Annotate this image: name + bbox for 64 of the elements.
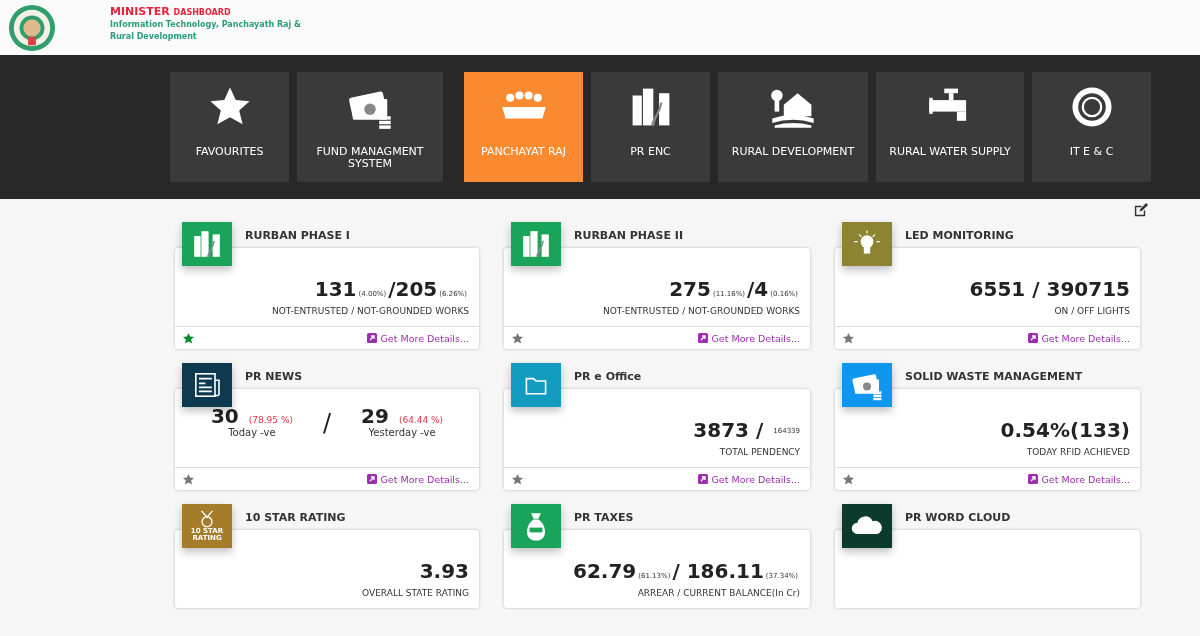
emblem-icon	[8, 3, 56, 52]
external-link-icon	[1028, 474, 1039, 484]
percent-value: (64.44 %)	[398, 415, 444, 425]
medal-icon	[198, 510, 216, 528]
figure-value: 275	[669, 278, 711, 300]
figure-value: /4	[747, 278, 769, 300]
figure-value: / 186.11	[672, 560, 764, 582]
external-link-icon	[367, 474, 378, 484]
figure-value: 62.79	[572, 560, 637, 582]
figure-value: 29	[361, 404, 389, 428]
figure-caption: Yesterday -ve	[368, 427, 436, 438]
figure-value: 3.93	[419, 560, 469, 582]
star-icon[interactable]	[842, 331, 855, 345]
figure-value: /205	[388, 278, 438, 300]
buildings-icon	[191, 228, 223, 260]
external-link-icon	[698, 474, 709, 484]
figure-value: 6551 / 390715	[969, 278, 1130, 300]
figure-caption: OVERALL STATE RATING	[361, 588, 469, 598]
figure-caption: ON / OFF LIGHTS	[1053, 306, 1130, 316]
module-tile[interactable]: FUND MANAGMENT SYSTEM	[297, 72, 443, 182]
card-title: PR e Office	[574, 370, 642, 383]
star-icon[interactable]	[842, 472, 855, 486]
external-link-icon	[367, 333, 378, 343]
external-link-icon	[698, 333, 709, 343]
separator-slash: /	[322, 409, 332, 437]
figure-caption: NOT-ENTRUSTED / NOT-GROUNDED WORKS	[270, 306, 469, 316]
module-tile[interactable]: PR ENC	[591, 72, 710, 182]
module-tile[interactable]: FAVOURITES	[170, 72, 289, 182]
card-title: RURBAN PHASE II	[574, 229, 684, 242]
star-icon[interactable]	[182, 331, 195, 345]
figure-value: 131	[314, 278, 357, 300]
card-title: RURBAN PHASE I	[245, 229, 350, 242]
details-link[interactable]: Get More Details...	[1028, 332, 1130, 344]
external-link-icon	[1028, 333, 1039, 343]
figure-value: 0.54%(133)	[1000, 419, 1130, 441]
figure-caption: TODAY RFID ACHIEVED	[1025, 447, 1130, 457]
dashboard-title: MINISTER DASHBOARD	[110, 4, 232, 19]
card-title: SOLID WASTE MANAGEMENT	[905, 370, 1083, 383]
star-icon[interactable]	[182, 472, 195, 486]
details-link[interactable]: Get More Details...	[698, 473, 800, 485]
figure-value: 3873 /	[693, 419, 764, 441]
edit-icon[interactable]	[1133, 203, 1148, 218]
figure-caption: ARREAR / CURRENT BALANCE(In Cr)	[636, 588, 800, 598]
card-title: PR NEWS	[245, 370, 303, 383]
star-icon[interactable]	[511, 331, 524, 345]
module-tile[interactable]: IT E & C	[1032, 72, 1151, 182]
figure-caption: Today -ve	[228, 427, 276, 438]
module-tile[interactable]: RURAL DEVELOPMENT	[718, 72, 868, 182]
card-title: PR WORD CLOUD	[905, 511, 1011, 524]
buildings-icon	[520, 228, 552, 260]
percent-value: (78.95 %)	[248, 415, 293, 425]
card-title: PR TAXES	[574, 511, 634, 524]
card-title: LED MONITORING	[905, 229, 1014, 242]
module-tile[interactable]: RURAL WATER SUPPLY	[876, 72, 1024, 182]
card-title: 10 STAR RATING	[245, 511, 346, 524]
details-link[interactable]: Get More Details...	[1028, 473, 1130, 485]
figure-value: 30	[210, 404, 239, 428]
details-link[interactable]: Get More Details...	[367, 332, 469, 344]
star-icon[interactable]	[511, 472, 524, 486]
figure-caption: TOTAL PENDENCY	[718, 447, 800, 457]
details-link[interactable]: Get More Details...	[367, 473, 469, 485]
details-link[interactable]: Get More Details...	[698, 332, 800, 344]
figure-caption: NOT-ENTRUSTED / NOT-GROUNDED WORKS	[601, 306, 800, 316]
dashboard-subtitle: Information Technology, Panchayath Raj & Rural Development	[110, 18, 302, 43]
